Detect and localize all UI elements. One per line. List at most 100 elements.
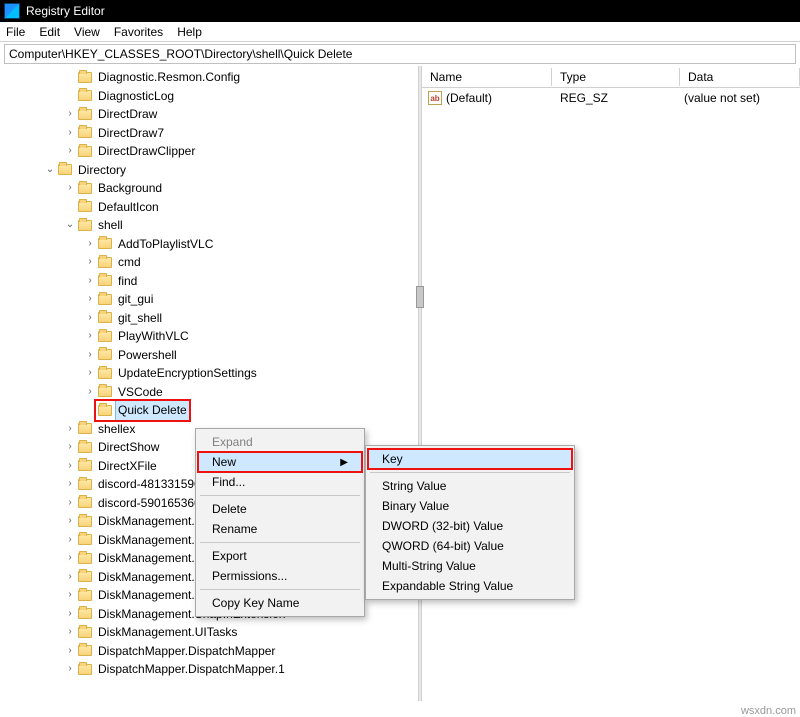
chevron-right-icon[interactable]: › xyxy=(64,142,76,161)
tree-node[interactable]: › DispatchMapper.DispatchMapper xyxy=(2,642,418,661)
chevron-down-icon[interactable]: ⌄ xyxy=(44,161,56,180)
tree-node[interactable]: ›PlayWithVLC xyxy=(2,327,418,346)
chevron-right-icon[interactable]: › xyxy=(84,235,96,254)
ctx-new-key[interactable]: Key xyxy=(368,449,572,469)
value-name: (Default) xyxy=(446,91,492,105)
ctx-find[interactable]: Find... xyxy=(198,472,362,492)
chevron-right-icon[interactable]: › xyxy=(64,660,76,679)
tree-node[interactable]: ›find xyxy=(2,272,418,291)
folder-icon xyxy=(78,72,92,83)
value-row[interactable]: ab (Default) REG_SZ (value not set) xyxy=(422,88,800,108)
col-header-type[interactable]: Type xyxy=(552,68,680,86)
chevron-right-icon[interactable]: › xyxy=(64,438,76,457)
ctx-new-dword[interactable]: DWORD (32-bit) Value xyxy=(368,516,572,536)
ctx-new-qword[interactable]: QWORD (64-bit) Value xyxy=(368,536,572,556)
folder-icon xyxy=(98,331,112,342)
ctx-new-binary[interactable]: Binary Value xyxy=(368,496,572,516)
chevron-right-icon[interactable]: › xyxy=(64,420,76,439)
col-header-name[interactable]: Name xyxy=(422,68,552,86)
tree-node-label: DefaultIcon xyxy=(96,198,161,217)
folder-icon xyxy=(78,590,92,601)
chevron-right-icon[interactable]: › xyxy=(64,457,76,476)
value-data: (value not set) xyxy=(680,91,800,105)
menu-view[interactable]: View xyxy=(74,25,100,39)
ctx-permissions[interactable]: Permissions... xyxy=(198,566,362,586)
folder-icon xyxy=(78,479,92,490)
folder-icon xyxy=(78,497,92,508)
chevron-right-icon[interactable]: › xyxy=(64,549,76,568)
ctx-new-string[interactable]: String Value xyxy=(368,476,572,496)
tree-node[interactable]: ›DirectDrawClipper xyxy=(2,142,418,161)
tree-node-label: DiskManagement.S xyxy=(96,568,205,587)
tree-node[interactable]: ›UpdateEncryptionSettings xyxy=(2,364,418,383)
menu-edit[interactable]: Edit xyxy=(39,25,60,39)
menu-help[interactable]: Help xyxy=(177,25,202,39)
chevron-right-icon[interactable]: › xyxy=(64,568,76,587)
folder-icon xyxy=(98,238,112,249)
tree-node[interactable]: ›DirectDraw7 xyxy=(2,124,418,143)
ctx-new[interactable]: New▶ xyxy=(198,452,362,472)
tree-node-label: DispatchMapper.DispatchMapper xyxy=(96,642,277,661)
ctx-new-expstring[interactable]: Expandable String Value xyxy=(368,576,572,596)
tree-node[interactable]: ›DirectDraw xyxy=(2,105,418,124)
address-bar[interactable]: Computer\HKEY_CLASSES_ROOT\Directory\she… xyxy=(4,44,796,64)
chevron-right-icon[interactable]: › xyxy=(84,383,96,402)
tree-node[interactable]: ›git_gui xyxy=(2,290,418,309)
folder-icon xyxy=(98,312,112,323)
chevron-right-icon[interactable]: › xyxy=(64,179,76,198)
chevron-right-icon[interactable]: › xyxy=(84,309,96,328)
chevron-right-icon[interactable]: › xyxy=(84,290,96,309)
ctx-export[interactable]: Export xyxy=(198,546,362,566)
values-header: Name Type Data xyxy=(422,66,800,88)
chevron-down-icon[interactable]: ⌄ xyxy=(64,216,76,235)
ctx-rename[interactable]: Rename xyxy=(198,519,362,539)
menu-favorites[interactable]: Favorites xyxy=(114,25,163,39)
chevron-right-icon[interactable]: › xyxy=(64,494,76,513)
folder-icon xyxy=(98,257,112,268)
tree-node[interactable]: ›DiagnosticLog xyxy=(2,87,418,106)
tree-node-label: DirectXFile xyxy=(96,457,159,476)
chevron-right-icon[interactable]: › xyxy=(64,531,76,550)
chevron-right-icon[interactable]: › xyxy=(84,272,96,291)
ctx-copy-key-name[interactable]: Copy Key Name xyxy=(198,593,362,613)
chevron-right-icon[interactable]: › xyxy=(64,605,76,624)
tree-node[interactable]: ⌄Directory xyxy=(2,161,418,180)
tree-node[interactable]: ›Background xyxy=(2,179,418,198)
chevron-right-icon[interactable]: › xyxy=(84,253,96,272)
ctx-delete[interactable]: Delete xyxy=(198,499,362,519)
chevron-right-icon[interactable]: › xyxy=(64,586,76,605)
chevron-right-icon[interactable]: › xyxy=(64,512,76,531)
tree-node-label: AddToPlaylistVLC xyxy=(116,235,215,254)
tree-node[interactable]: ›git_shell xyxy=(2,309,418,328)
ctx-new-multistring[interactable]: Multi-String Value xyxy=(368,556,572,576)
tree-node[interactable]: ›Powershell xyxy=(2,346,418,365)
title-bar: Registry Editor xyxy=(0,0,800,22)
chevron-right-icon[interactable]: › xyxy=(84,327,96,346)
tree-node[interactable]: ›Diagnostic.Resmon.Config xyxy=(2,68,418,87)
tree-node[interactable]: ›DispatchMapper.DispatchMapper.1 xyxy=(2,660,418,679)
chevron-right-icon[interactable]: › xyxy=(64,623,76,642)
chevron-right-icon[interactable]: › xyxy=(64,124,76,143)
chevron-right-icon[interactable]: › xyxy=(64,105,76,124)
menu-file[interactable]: File xyxy=(6,25,25,39)
folder-icon xyxy=(78,516,92,527)
ctx-expand[interactable]: Expand xyxy=(198,432,362,452)
tree-node[interactable]: ⌄shell xyxy=(2,216,418,235)
context-submenu-new: Key String Value Binary Value DWORD (32-… xyxy=(365,445,575,600)
tree-node[interactable]: ›DefaultIcon xyxy=(2,198,418,217)
tree-node[interactable]: ›DiskManagement.UITasks xyxy=(2,623,418,642)
tree-node[interactable]: ›VSCode xyxy=(2,383,418,402)
col-header-data[interactable]: Data xyxy=(680,68,800,86)
chevron-right-icon[interactable]: › xyxy=(84,346,96,365)
tree-node[interactable]: › AddToPlaylistVLC xyxy=(2,235,418,254)
chevron-right-icon[interactable]: › xyxy=(64,642,76,661)
folder-icon xyxy=(98,368,112,379)
chevron-right-icon[interactable]: › xyxy=(64,475,76,494)
chevron-right-icon[interactable]: › xyxy=(84,364,96,383)
scroll-thumb[interactable] xyxy=(416,286,424,308)
folder-icon xyxy=(58,164,72,175)
tree-node[interactable]: ›cmd xyxy=(2,253,418,272)
pane-splitter[interactable] xyxy=(418,66,422,701)
menu-bar: File Edit View Favorites Help xyxy=(0,22,800,42)
tree-node[interactable]: ›Quick Delete xyxy=(2,401,418,420)
